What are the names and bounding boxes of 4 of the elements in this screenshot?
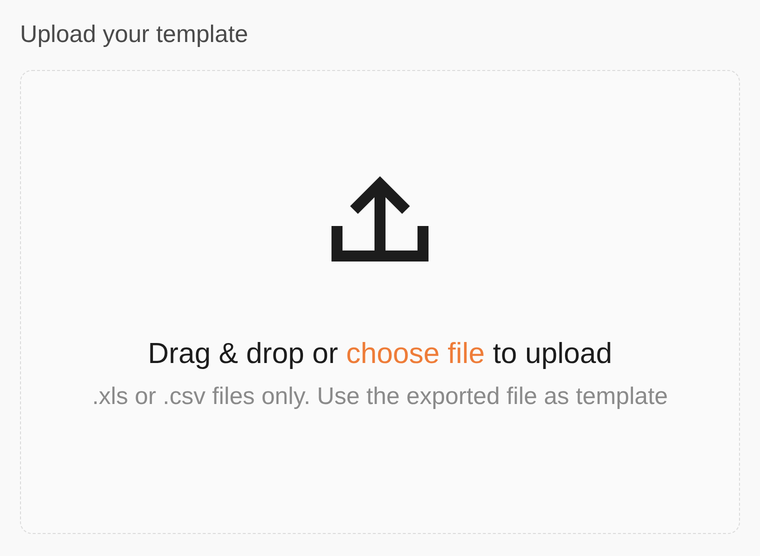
upload-prompt: Drag & drop or choose file to upload: [148, 337, 612, 372]
file-type-hint: .xls or .csv files only. Use the exported file as template: [92, 382, 668, 412]
upload-dropzone[interactable]: Drag & drop or choose file to upload .xls or .csv files only. Use the exported file as template: [20, 70, 740, 534]
section-title: Upload your template: [20, 20, 250, 50]
